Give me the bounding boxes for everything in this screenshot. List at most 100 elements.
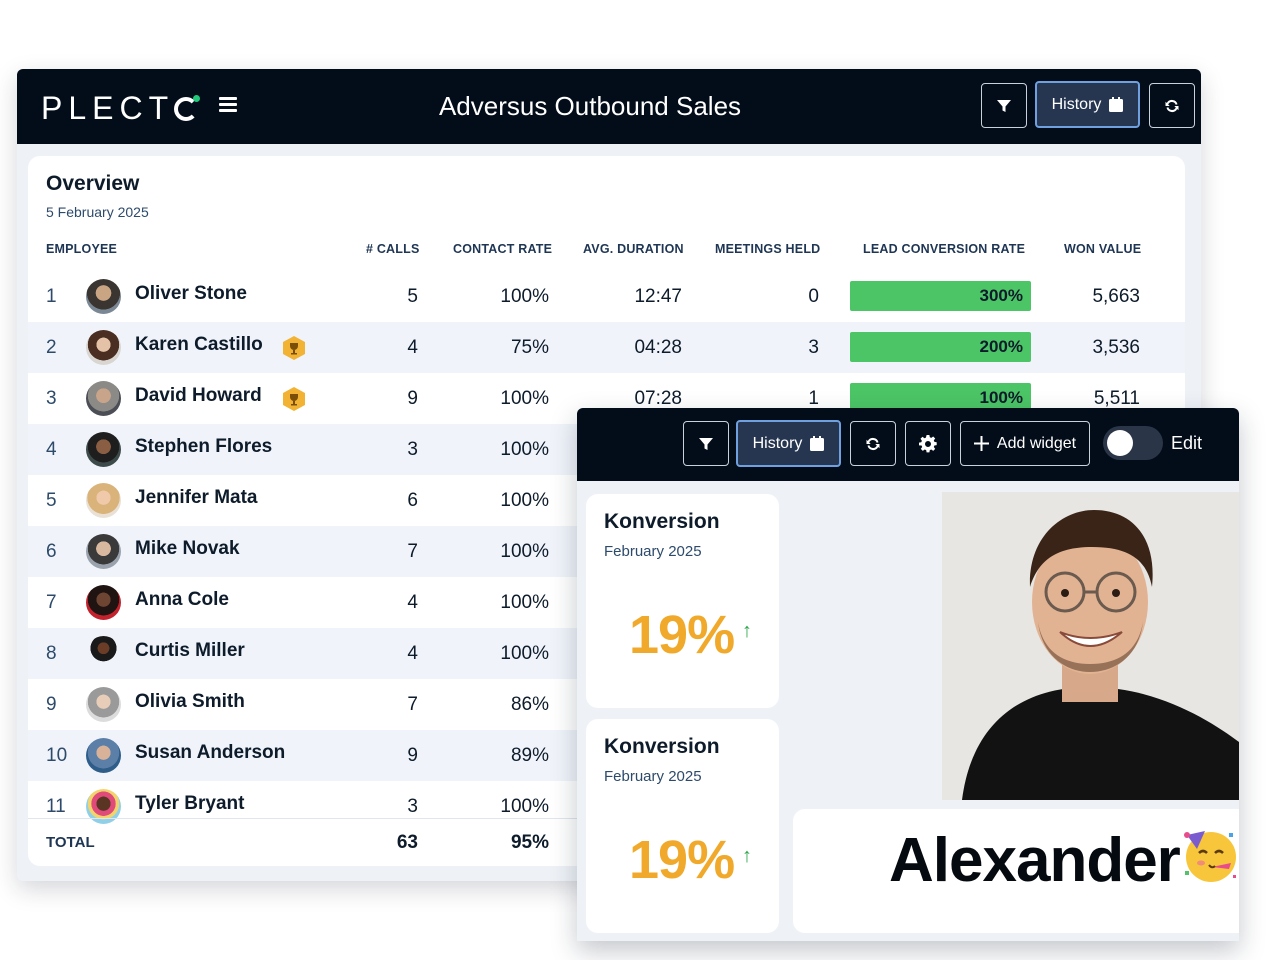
table-row[interactable]: 1 Oliver Stone 5 100% 12:47 0 300% 5,663	[28, 271, 1185, 322]
calls: 4	[407, 592, 418, 613]
overview-title: Overview	[46, 172, 140, 195]
avatar	[86, 687, 121, 722]
plecto-logo[interactable]: PLECT	[41, 90, 201, 127]
rank: 1	[46, 286, 57, 307]
contact-rate: 100%	[500, 388, 549, 409]
total-contact-rate: 95%	[510, 832, 549, 853]
kpi-title: Konversion	[604, 510, 720, 533]
kpi-title: Konversion	[604, 735, 720, 758]
column-header-contact-rate[interactable]: CONTACT RATE	[453, 242, 552, 256]
history-button[interactable]: History	[1035, 81, 1140, 128]
kpi-card[interactable]: Konversion February 2025 19% ↑	[586, 719, 779, 933]
employee-name: Susan Anderson	[135, 742, 286, 763]
add-widget-label: Add widget	[996, 434, 1077, 452]
rank: 9	[46, 694, 57, 715]
top-bar: History Add widget Edit	[577, 408, 1239, 481]
lead-conversion-bar: 200%	[850, 332, 1031, 362]
avatar	[86, 330, 121, 365]
column-header-won-value[interactable]: WON VALUE	[1064, 242, 1141, 256]
calls: 3	[407, 439, 418, 460]
column-header-employee[interactable]: EMPLOYEE	[46, 242, 117, 256]
trend-up-icon: ↑	[742, 620, 752, 642]
calls: 4	[407, 643, 418, 664]
refresh-button[interactable]	[850, 421, 896, 466]
column-header-lead-conversion[interactable]: LEAD CONVERSION RATE	[863, 242, 1025, 256]
contact-rate: 86%	[510, 694, 549, 715]
avatar	[86, 432, 121, 467]
employee-photo	[942, 492, 1239, 800]
filter-icon	[997, 99, 1011, 112]
meetings-held: 0	[808, 286, 819, 307]
filter-button[interactable]	[683, 421, 729, 466]
avatar	[86, 585, 121, 620]
contact-rate: 100%	[500, 541, 549, 562]
kpi-card[interactable]: Konversion February 2025 19% ↑	[586, 494, 779, 708]
contact-rate: 100%	[500, 592, 549, 613]
refresh-icon	[866, 437, 880, 450]
hamburger-icon[interactable]	[219, 97, 237, 113]
contact-rate: 100%	[500, 643, 549, 664]
contact-rate: 100%	[500, 439, 549, 460]
trophy-icon	[283, 336, 305, 360]
celebration-name: Alexander	[889, 826, 1181, 895]
lead-conversion-bar: 300%	[850, 281, 1031, 311]
avg-duration: 12:47	[634, 286, 682, 307]
total-calls: 63	[396, 832, 418, 853]
table-row[interactable]: 2 Karen Castillo 4 75% 04:28 3 200% 3,53…	[28, 322, 1185, 373]
employee-name: David Howard	[135, 385, 262, 406]
employee-name: Oliver Stone	[135, 283, 247, 304]
celebration-card: Alexander	[793, 809, 1239, 933]
calls: 9	[407, 745, 418, 766]
rank: 8	[46, 643, 57, 664]
calls: 7	[407, 694, 418, 715]
rank: 5	[46, 490, 57, 511]
party-face-emoji	[1184, 831, 1236, 882]
refresh-icon	[1165, 99, 1179, 112]
contact-rate: 75%	[510, 337, 549, 358]
refresh-button[interactable]	[1149, 83, 1195, 128]
calendar-icon	[1109, 97, 1124, 112]
gear-icon	[919, 434, 937, 452]
employee-name: Anna Cole	[135, 589, 229, 610]
settings-button[interactable]	[905, 421, 951, 466]
avatar	[86, 381, 121, 416]
contact-rate: 89%	[510, 745, 549, 766]
history-label: History	[752, 434, 803, 452]
column-header-calls[interactable]: # CALLS	[366, 242, 420, 256]
total-label: TOTAL	[46, 834, 95, 851]
avatar	[86, 483, 121, 518]
avg-duration: 04:28	[634, 337, 682, 358]
won-value: 5,663	[1092, 286, 1140, 307]
trophy-icon	[283, 387, 305, 411]
calendar-icon	[810, 436, 825, 451]
avatar	[86, 279, 121, 314]
rank: 6	[46, 541, 57, 562]
edit-toggle[interactable]	[1103, 426, 1163, 460]
employee-name: Karen Castillo	[135, 334, 263, 355]
rank: 3	[46, 388, 57, 409]
employee-name: Jennifer Mata	[135, 487, 258, 508]
rank: 7	[46, 592, 57, 613]
contact-rate: 100%	[500, 286, 549, 307]
column-header-meetings-held[interactable]: MEETINGS HELD	[715, 242, 820, 256]
kpi-value: 19%	[629, 830, 735, 890]
filter-button[interactable]	[981, 83, 1027, 128]
trend-up-icon: ↑	[742, 845, 752, 867]
avatar	[86, 636, 121, 671]
rank: 10	[46, 745, 68, 766]
won-value: 3,536	[1092, 337, 1140, 358]
employee-name: Stephen Flores	[135, 436, 273, 457]
top-bar: PLECT Adversus Outbound Sales History	[17, 69, 1201, 144]
calls: 6	[407, 490, 418, 511]
overview-date: 5 February 2025	[46, 204, 149, 220]
history-button[interactable]: History	[736, 420, 841, 467]
employee-name: Mike Novak	[135, 538, 240, 559]
tv-dashboard-window: History Add widget Edit Konversion Febru…	[577, 408, 1239, 941]
filter-icon	[699, 437, 713, 450]
rank: 2	[46, 337, 57, 358]
column-header-avg-duration[interactable]: AVG. DURATION	[583, 242, 684, 256]
add-widget-button[interactable]: Add widget	[960, 421, 1090, 466]
avatar	[86, 738, 121, 773]
kpi-subtitle: February 2025	[604, 768, 702, 785]
dashboard-title: Adversus Outbound Sales	[438, 91, 742, 121]
